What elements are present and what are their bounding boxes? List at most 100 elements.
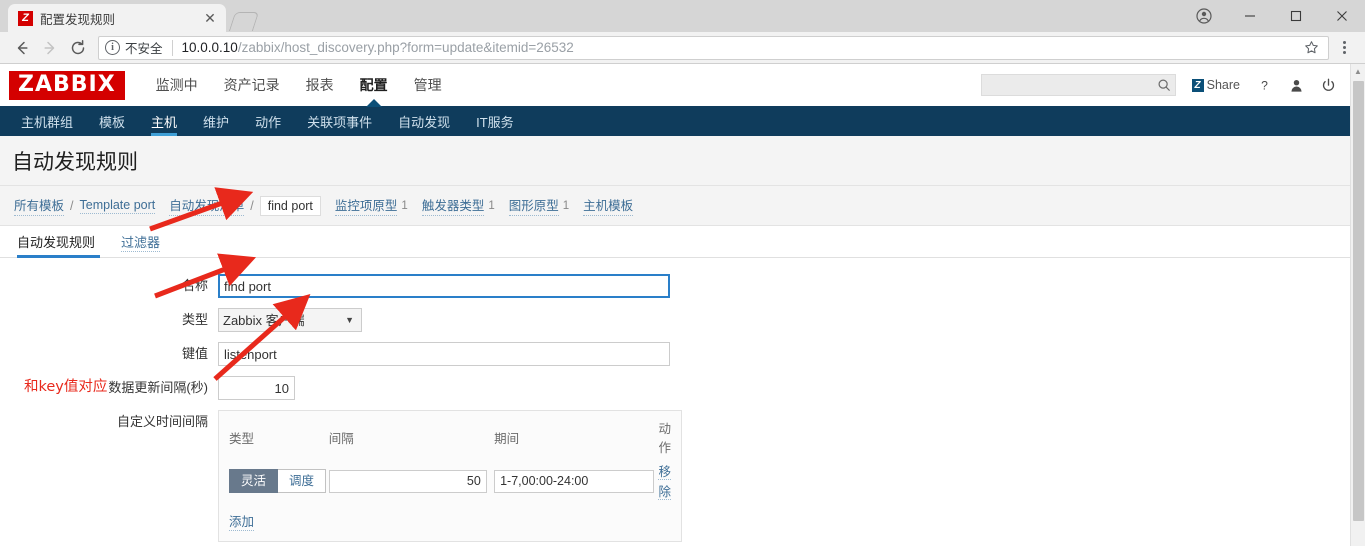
form-row-update-interval: 数据更新间隔(秒)	[0, 376, 1350, 401]
tab-filters[interactable]: 过滤器	[108, 226, 173, 257]
global-search-box[interactable]	[980, 74, 1176, 96]
cell-type: 灵活 调度	[229, 461, 329, 507]
profile-icon[interactable]	[1181, 0, 1227, 32]
header-interval: 间隔	[328, 431, 354, 446]
breadcrumb-discovery-list[interactable]: 自动发现清单	[169, 195, 245, 217]
form-tabs: 自动发现规则 过滤器	[0, 226, 1350, 259]
form-row-name: 名称	[0, 274, 1350, 299]
svg-text:?: ?	[1261, 78, 1268, 92]
page-viewport: ZABBIX 监测中 资产记录 报表 配置 管理 Z Share ? 主机群组 …	[0, 64, 1365, 546]
share-label: Share	[1206, 78, 1240, 92]
type-label: 类型	[181, 312, 208, 328]
main-menu-item-inventory[interactable]: 资产记录	[211, 64, 293, 106]
sub-menu-item-actions[interactable]: 动作	[242, 106, 294, 136]
browser-toolbar: i 不安全 10.0.0.10/zabbix/host_discovery.ph…	[0, 32, 1365, 64]
cell-period	[494, 461, 658, 507]
main-menu: 监测中 资产记录 报表 配置 管理	[143, 64, 455, 106]
sub-menu-item-templates[interactable]: 模板	[86, 106, 138, 136]
breadcrumb-trigger-prototypes[interactable]: 触发器类型	[421, 195, 485, 217]
main-menu-item-monitoring[interactable]: 监测中	[143, 64, 211, 106]
breadcrumb-item-prototypes[interactable]: 监控项原型	[334, 195, 398, 217]
cell-interval	[328, 461, 494, 507]
reload-icon[interactable]	[64, 34, 92, 62]
sub-menu-item-host-groups[interactable]: 主机群组	[8, 106, 86, 136]
bookmark-star-icon[interactable]	[1300, 37, 1322, 59]
key-input[interactable]	[218, 342, 670, 367]
main-menu-item-administration[interactable]: 管理	[401, 64, 455, 106]
scrollbar-up-arrow-icon[interactable]: ▲	[1351, 64, 1365, 79]
omnibox-divider	[171, 39, 173, 56]
minimize-button[interactable]	[1227, 0, 1273, 32]
name-input[interactable]	[218, 274, 670, 299]
search-input[interactable]	[988, 77, 1157, 93]
scrollbar-thumb[interactable]	[1353, 81, 1364, 521]
header-right-group: Z Share ?	[980, 74, 1336, 96]
sub-menu-item-maintenance[interactable]: 维护	[190, 106, 242, 136]
custom-intervals-box: 类型 间隔 期间 动作 灵活 调度 50 1-7,00:00-24:00 移除 …	[218, 410, 682, 543]
maximize-button[interactable]	[1273, 0, 1319, 32]
tab-discovery-rule-label: 自动发现规则	[17, 234, 96, 250]
toggle-scheduling-button[interactable]: 调度	[278, 469, 327, 494]
type-select[interactable]: Zabbix 客户端	[218, 308, 362, 333]
breadcrumb-graph-prototypes[interactable]: 图形原型	[508, 195, 559, 217]
zabbix-favicon-icon: Z	[18, 10, 33, 26]
back-arrow-icon[interactable]	[8, 34, 36, 62]
form-row-key: 键值	[0, 342, 1350, 367]
update-interval-input[interactable]	[218, 376, 295, 401]
new-tab-button[interactable]	[228, 10, 258, 32]
header-type: 类型	[229, 431, 255, 446]
site-info-button[interactable]: i 不安全	[105, 38, 163, 57]
sub-menu-item-hosts[interactable]: 主机	[138, 106, 190, 136]
toggle-flexible-button[interactable]: 灵活	[229, 469, 279, 494]
info-circle-icon: i	[105, 40, 120, 55]
sub-menu-item-services[interactable]: IT服务	[463, 106, 527, 136]
key-label: 键值	[181, 346, 208, 362]
breadcrumb-current: find port	[259, 195, 321, 216]
breadcrumb-separator-2: /	[250, 198, 254, 213]
update-interval-label: 数据更新间隔(秒)	[108, 380, 208, 396]
user-icon[interactable]	[1289, 78, 1304, 93]
sub-menu-item-correlation[interactable]: 关联项事件	[294, 106, 385, 136]
zabbix-page: ZABBIX 监测中 资产记录 报表 配置 管理 Z Share ? 主机群组 …	[0, 64, 1350, 546]
page-title: 自动发现规则	[12, 151, 138, 174]
browser-tab[interactable]: Z 配置发现规则 ✕	[8, 4, 226, 32]
breadcrumb-separator: /	[70, 198, 74, 213]
custom-intervals-label: 自定义时间间隔	[116, 414, 208, 430]
interval-period-input[interactable]	[494, 469, 655, 493]
form-row-custom-intervals: 自定义时间间隔 类型 间隔 期间 动作 灵活 调度 50 1-7,00:00-2…	[0, 410, 1350, 543]
close-icon[interactable]: ✕	[202, 10, 218, 26]
search-icon[interactable]	[1157, 78, 1171, 92]
remove-interval-link[interactable]: 移除	[658, 465, 671, 501]
tab-discovery-rule[interactable]: 自动发现规则	[14, 226, 108, 259]
table-row: 灵活 调度 50 1-7,00:00-24:00 移除	[229, 461, 671, 507]
zabbix-logo[interactable]: ZABBIX	[9, 70, 125, 100]
interval-type-toggle: 灵活 调度	[229, 469, 329, 494]
power-icon[interactable]	[1321, 78, 1336, 93]
add-interval-link[interactable]: 添加	[229, 511, 255, 532]
name-label: 名称	[181, 278, 208, 294]
discovery-rule-form: 名称 类型 Zabbix 客户端 ▼ 键值	[0, 258, 1350, 546]
address-bar[interactable]: i 不安全 10.0.0.10/zabbix/host_discovery.ph…	[98, 35, 1329, 60]
browser-tab-title: 配置发现规则	[40, 12, 116, 27]
main-menu-item-reports[interactable]: 报表	[293, 64, 347, 106]
sub-menu-item-discovery[interactable]: 自动发现	[385, 106, 463, 136]
share-button[interactable]: Z Share	[1191, 78, 1240, 92]
custom-intervals-table: 类型 间隔 期间 动作 灵活 调度 50 1-7,00:00-24:00 移除	[229, 418, 671, 507]
share-zabbix-mark-icon: Z	[1191, 78, 1204, 92]
window-close-button[interactable]	[1319, 0, 1365, 32]
kebab-menu-icon[interactable]	[1331, 35, 1357, 61]
breadcrumb-template-name[interactable]: Template port	[79, 198, 156, 214]
breadcrumb-all-templates[interactable]: 所有模板	[14, 195, 65, 217]
header-period: 期间	[494, 431, 520, 446]
main-menu-item-configuration[interactable]: 配置	[347, 64, 401, 106]
breadcrumb-host-prototypes[interactable]: 主机模板	[583, 195, 634, 217]
url-path: /zabbix/host_discovery.php?form=update&i…	[237, 40, 574, 55]
page-scrollbar[interactable]: ▲	[1350, 64, 1365, 546]
question-mark-icon[interactable]: ?	[1257, 78, 1272, 93]
interval-delay-input[interactable]	[328, 469, 487, 493]
security-status-label: 不安全	[125, 42, 163, 56]
page-title-band: 自动发现规则	[0, 136, 1350, 187]
form-row-type: 类型 Zabbix 客户端 ▼	[0, 308, 1350, 333]
url-text: 10.0.0.10/zabbix/host_discovery.php?form…	[182, 40, 1300, 55]
url-host: 10.0.0.10	[181, 40, 238, 55]
